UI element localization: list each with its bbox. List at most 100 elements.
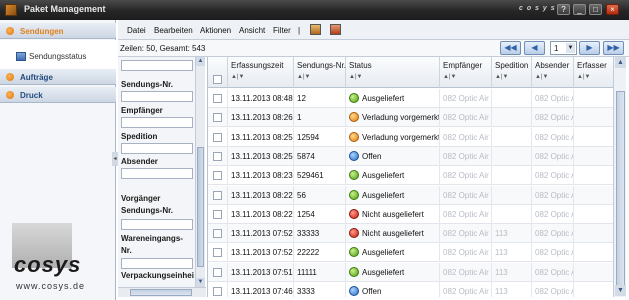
filter-input-empfaenger[interactable] <box>121 117 193 128</box>
close-button[interactable]: × <box>606 4 619 15</box>
last-page-button[interactable]: ▶▶ <box>603 41 624 55</box>
nav-item-sendungsstatus[interactable]: Sendungsstatus <box>29 52 86 61</box>
menu-bearbeiten[interactable]: Bearbeiten <box>154 26 193 35</box>
header-erfassungszeit[interactable]: Erfassungszeit ▲|▼ <box>228 57 294 88</box>
first-page-button[interactable]: ◀◀ <box>500 41 521 55</box>
scroll-down-icon[interactable]: ▼ <box>615 285 626 296</box>
filter-scrollbar[interactable]: ▲ ▼ <box>195 57 205 287</box>
header-empfaenger[interactable]: Empfänger ▲|▼ <box>440 57 492 88</box>
next-page-button[interactable]: ▶ <box>579 41 600 55</box>
sort-icon[interactable]: ▲|▼ <box>535 74 548 80</box>
page-select-value: 1 <box>554 44 559 53</box>
print-icon[interactable] <box>330 24 341 35</box>
sort-icon[interactable]: ▲|▼ <box>349 74 362 80</box>
row-checkbox[interactable] <box>213 209 222 219</box>
header-status[interactable]: Status ▲|▼ <box>346 57 440 88</box>
export-icon[interactable] <box>310 24 321 35</box>
filter-hscroll-thumb[interactable] <box>130 289 192 296</box>
select-all-checkbox[interactable] <box>213 75 222 84</box>
nav-section-auftraege[interactable]: Aufträge <box>0 69 116 85</box>
row-checkbox[interactable] <box>213 132 222 142</box>
cell-sped: 113 <box>492 262 532 282</box>
row-checkbox[interactable] <box>213 248 222 258</box>
cell-nr: 12594 <box>294 127 346 147</box>
sort-icon[interactable]: ▲|▼ <box>231 74 244 80</box>
cell-text: 082 Optic Air <box>443 190 489 200</box>
row-checkbox[interactable] <box>213 190 222 200</box>
table-row[interactable]: 13.11.2013 07:52 22222 Ausgeliefert 082 Opt… <box>208 243 613 263</box>
filter-input-sendungs-nr[interactable] <box>121 91 193 102</box>
panel-collapse-handle[interactable]: ◂ <box>112 152 118 166</box>
prev-page-button[interactable]: ◀ <box>524 41 545 55</box>
sort-icon[interactable]: ▲|▼ <box>297 74 310 80</box>
row-select-cell <box>208 282 228 297</box>
row-checkbox[interactable] <box>213 171 222 181</box>
filter-input-spedition[interactable] <box>121 143 193 154</box>
cell-text: 13.11.2013 07:52 <box>231 248 293 258</box>
cell-text: 113 <box>495 267 508 277</box>
menu-aktionen[interactable]: Aktionen <box>200 26 231 35</box>
header-select[interactable] <box>208 57 228 88</box>
table-row[interactable]: 13.11.2013 08:22 56 Ausgeliefert 082 Optic … <box>208 185 613 205</box>
cell-text: 13.11.2013 08:25 <box>231 151 293 161</box>
row-checkbox[interactable] <box>213 151 222 161</box>
cell-abs: 082 Optic Air <box>532 108 574 128</box>
row-select-cell <box>208 262 228 282</box>
cell-sped: 113 <box>492 282 532 297</box>
cell-text: 113 <box>495 287 508 296</box>
cell-empf: 082 Optic Air <box>440 146 492 166</box>
filter-scroll-thumb[interactable] <box>197 147 204 267</box>
sort-icon[interactable]: ▲|▼ <box>443 74 456 80</box>
table-row[interactable]: 13.11.2013 07:46 3333 Offen 082 Optic Air 11… <box>208 282 613 297</box>
cell-time: 13.11.2013 08:22 <box>228 204 294 224</box>
nav-section-druck[interactable]: Druck <box>0 87 116 103</box>
header-erfasser[interactable]: Erfasser ▲|▼ <box>574 57 613 88</box>
header-absender[interactable]: Absender ▲|▼ <box>532 57 574 88</box>
row-select-cell <box>208 127 228 147</box>
header-spedition[interactable]: Spedition ▲|▼ <box>492 57 532 88</box>
table-row[interactable]: 13.11.2013 07:51 11111 Ausgeliefert 082 Opt… <box>208 262 613 282</box>
table-row[interactable]: 13.11.2013 08:26 1 Verladung vorgemerkt 082… <box>208 108 613 128</box>
filter-input-top[interactable] <box>121 60 193 71</box>
cell-empf: 082 Optic Air <box>440 166 492 186</box>
status-text: Offen <box>362 151 382 161</box>
table-scroll-thumb[interactable] <box>616 91 625 291</box>
filter-hscrollbar[interactable] <box>118 287 206 297</box>
table-row[interactable]: 13.11.2013 08:22 1254 Nicht ausgeliefert 08… <box>208 204 613 224</box>
table-row[interactable]: 13.11.2013 08:23 529461 Ausgeliefert 082 Op… <box>208 166 613 186</box>
page-select[interactable]: 1 ▼ <box>550 41 577 55</box>
sort-icon[interactable]: ▲|▼ <box>495 74 508 80</box>
minimize-button[interactable]: _ <box>573 4 586 15</box>
table-row[interactable]: 13.11.2013 08:25 12594 Verladung vorgemerk… <box>208 127 613 147</box>
scroll-up-icon[interactable]: ▲ <box>615 57 626 68</box>
cell-text: 33333 <box>297 229 320 239</box>
row-checkbox[interactable] <box>213 229 222 239</box>
row-checkbox[interactable] <box>213 267 222 277</box>
menu-datei[interactable]: Datei <box>127 26 146 35</box>
filter-input-vorgaenger[interactable] <box>121 219 193 230</box>
filter-input-absender[interactable] <box>121 168 193 179</box>
maximize-button[interactable]: □ <box>589 4 602 15</box>
table-row[interactable]: 13.11.2013 08:25 5874 Offen 082 Optic Air 08… <box>208 146 613 166</box>
menu-ansicht[interactable]: Ansicht <box>239 26 265 35</box>
row-count: Zeilen: 50, Gesamt: 543 <box>120 44 206 53</box>
table-scrollbar[interactable]: ▲ ▼ <box>613 57 626 297</box>
sort-icon[interactable]: ▲|▼ <box>577 74 590 80</box>
row-checkbox[interactable] <box>213 94 222 103</box>
menu-separator: | <box>298 26 301 35</box>
table-row[interactable]: 13.11.2013 08:48 12 Ausgeliefert 082 Optic … <box>208 89 613 108</box>
nav-section-sendungen[interactable]: Sendungen <box>0 23 116 39</box>
table-row[interactable]: 13.11.2013 07:52 33333 Nicht ausgeliefert 0… <box>208 224 613 244</box>
row-checkbox[interactable] <box>213 287 222 296</box>
row-select-cell <box>208 108 228 128</box>
row-checkbox[interactable] <box>213 113 222 123</box>
scroll-up-icon[interactable]: ▲ <box>196 57 205 66</box>
filter-input-wareneingang[interactable] <box>121 258 193 269</box>
sendungen-icon <box>6 27 14 35</box>
header-sendungs-nr[interactable]: Sendungs-Nr. ▲|▼ <box>294 57 346 88</box>
scroll-down-icon[interactable]: ▼ <box>196 278 205 287</box>
menu-filter[interactable]: Filter <box>273 26 291 35</box>
cell-time: 13.11.2013 07:51 <box>228 262 294 282</box>
header-label: Absender <box>535 61 570 70</box>
help-button[interactable]: ? <box>557 4 570 15</box>
